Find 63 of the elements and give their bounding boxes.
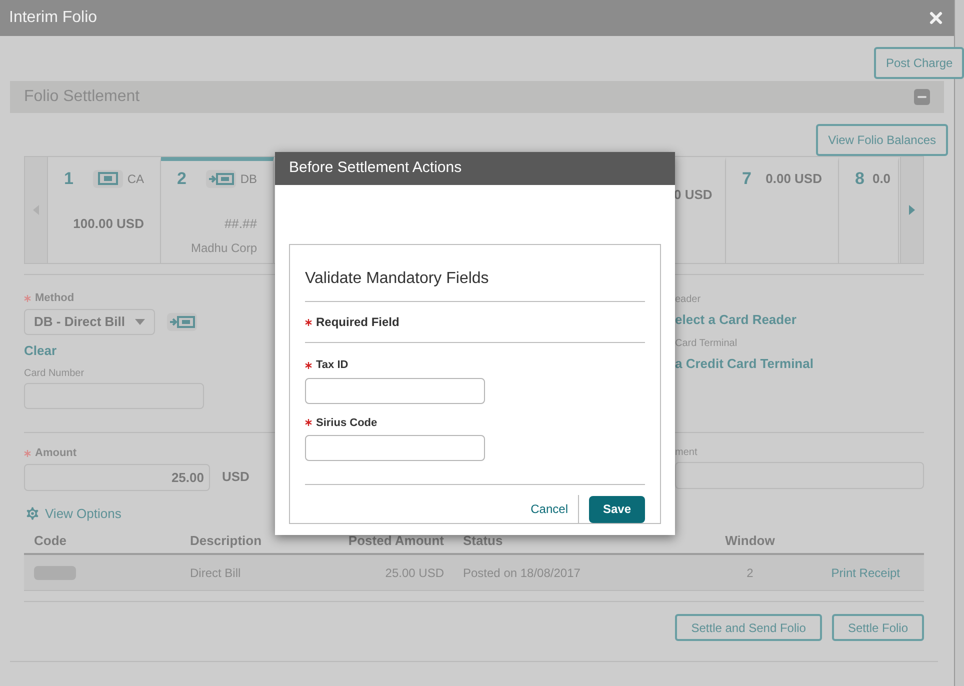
window-number: 8 bbox=[855, 168, 864, 190]
comment-field[interactable] bbox=[675, 462, 924, 489]
column-header: Posted Amount bbox=[347, 532, 444, 550]
window-amount: 0.00 USD bbox=[766, 170, 822, 188]
column-header: Description bbox=[190, 532, 263, 550]
caret-icon bbox=[135, 318, 145, 324]
settle-button[interactable]: Settle Folio bbox=[832, 614, 924, 641]
column-header: Window bbox=[724, 532, 776, 550]
field-label: Sirius Code bbox=[316, 416, 378, 430]
column-header: Code bbox=[33, 532, 68, 550]
cancel-link[interactable]: Cancel bbox=[530, 500, 568, 518]
card-number-label: Card Number bbox=[24, 367, 86, 381]
save-button[interactable]: Save bbox=[589, 496, 645, 522]
select-terminal-link[interactable]: a Credit Card Terminal bbox=[675, 354, 814, 373]
folio-window-card[interactable]: 8 0.0 bbox=[839, 157, 899, 263]
blurred-code-placeholder bbox=[34, 566, 76, 580]
scroll-right-button[interactable] bbox=[900, 157, 923, 263]
table-cell-text: Posted on 18/08/2017 bbox=[462, 564, 582, 582]
window-number: 1 bbox=[64, 168, 74, 190]
table-cell-text: 2 bbox=[746, 564, 754, 582]
window-amount: ##.## bbox=[223, 214, 257, 232]
post-charge-button[interactable]: Post Charge bbox=[874, 47, 964, 79]
table-cell-text: 25.00 USD bbox=[384, 564, 444, 582]
window-payee: Madhu Corp bbox=[190, 240, 257, 257]
cash-transfer-icon bbox=[167, 312, 197, 330]
amount-field[interactable]: 25.00 bbox=[24, 464, 210, 490]
dialog-title: Before Settlement Actions bbox=[289, 158, 462, 178]
window-title: Interim Folio bbox=[9, 8, 98, 28]
cash-icon bbox=[93, 170, 124, 188]
clear-link[interactable]: Clear bbox=[24, 340, 275, 360]
right-arrow-icon bbox=[909, 205, 915, 215]
collapse-icon[interactable] bbox=[914, 89, 930, 105]
gear-icon bbox=[24, 504, 41, 522]
window-number: 7 bbox=[742, 168, 752, 190]
amount-label: Amount bbox=[35, 446, 77, 461]
folio-window-card[interactable]: 1 CA 100.00 USD bbox=[48, 157, 161, 263]
required-field-legend: Required Field bbox=[316, 313, 400, 331]
column-header: Status bbox=[462, 532, 504, 550]
comment-label: ment bbox=[675, 446, 698, 460]
view-folio-balances-button[interactable]: View Folio Balances bbox=[816, 124, 948, 156]
table-cell-text: Direct Bill bbox=[190, 564, 242, 582]
method-dropdown[interactable]: DB - Direct Bill bbox=[24, 308, 155, 334]
text-field[interactable] bbox=[305, 378, 485, 404]
currency-label: USD bbox=[222, 468, 250, 486]
field-label: Tax ID bbox=[316, 358, 348, 373]
dialog-heading: Validate Mandatory Fields bbox=[305, 269, 490, 289]
method-label: Method bbox=[35, 291, 74, 306]
window-number: 2 bbox=[177, 168, 186, 190]
close-icon[interactable] bbox=[927, 9, 945, 27]
view-options-link[interactable]: View Options bbox=[24, 504, 122, 523]
window-amount: 0.0 bbox=[872, 170, 891, 188]
settle-button[interactable]: Settle and Send Folio bbox=[675, 614, 822, 641]
print-receipt-link[interactable]: Print Receipt bbox=[831, 564, 900, 582]
cash-transfer-icon bbox=[206, 170, 236, 188]
select-card-reader-link[interactable]: elect a Card Reader bbox=[675, 310, 814, 330]
card-reader-label: eader bbox=[675, 293, 702, 307]
scroll-left-button[interactable] bbox=[25, 157, 48, 263]
folio-window-card[interactable]: 7 0.00 USD bbox=[726, 157, 839, 263]
payment-type: CA bbox=[127, 170, 144, 188]
card-terminal-label: Card Terminal bbox=[675, 336, 738, 350]
payment-type: DB bbox=[240, 170, 257, 188]
text-field[interactable] bbox=[305, 435, 485, 461]
window-amount: 100.00 USD bbox=[72, 214, 144, 232]
